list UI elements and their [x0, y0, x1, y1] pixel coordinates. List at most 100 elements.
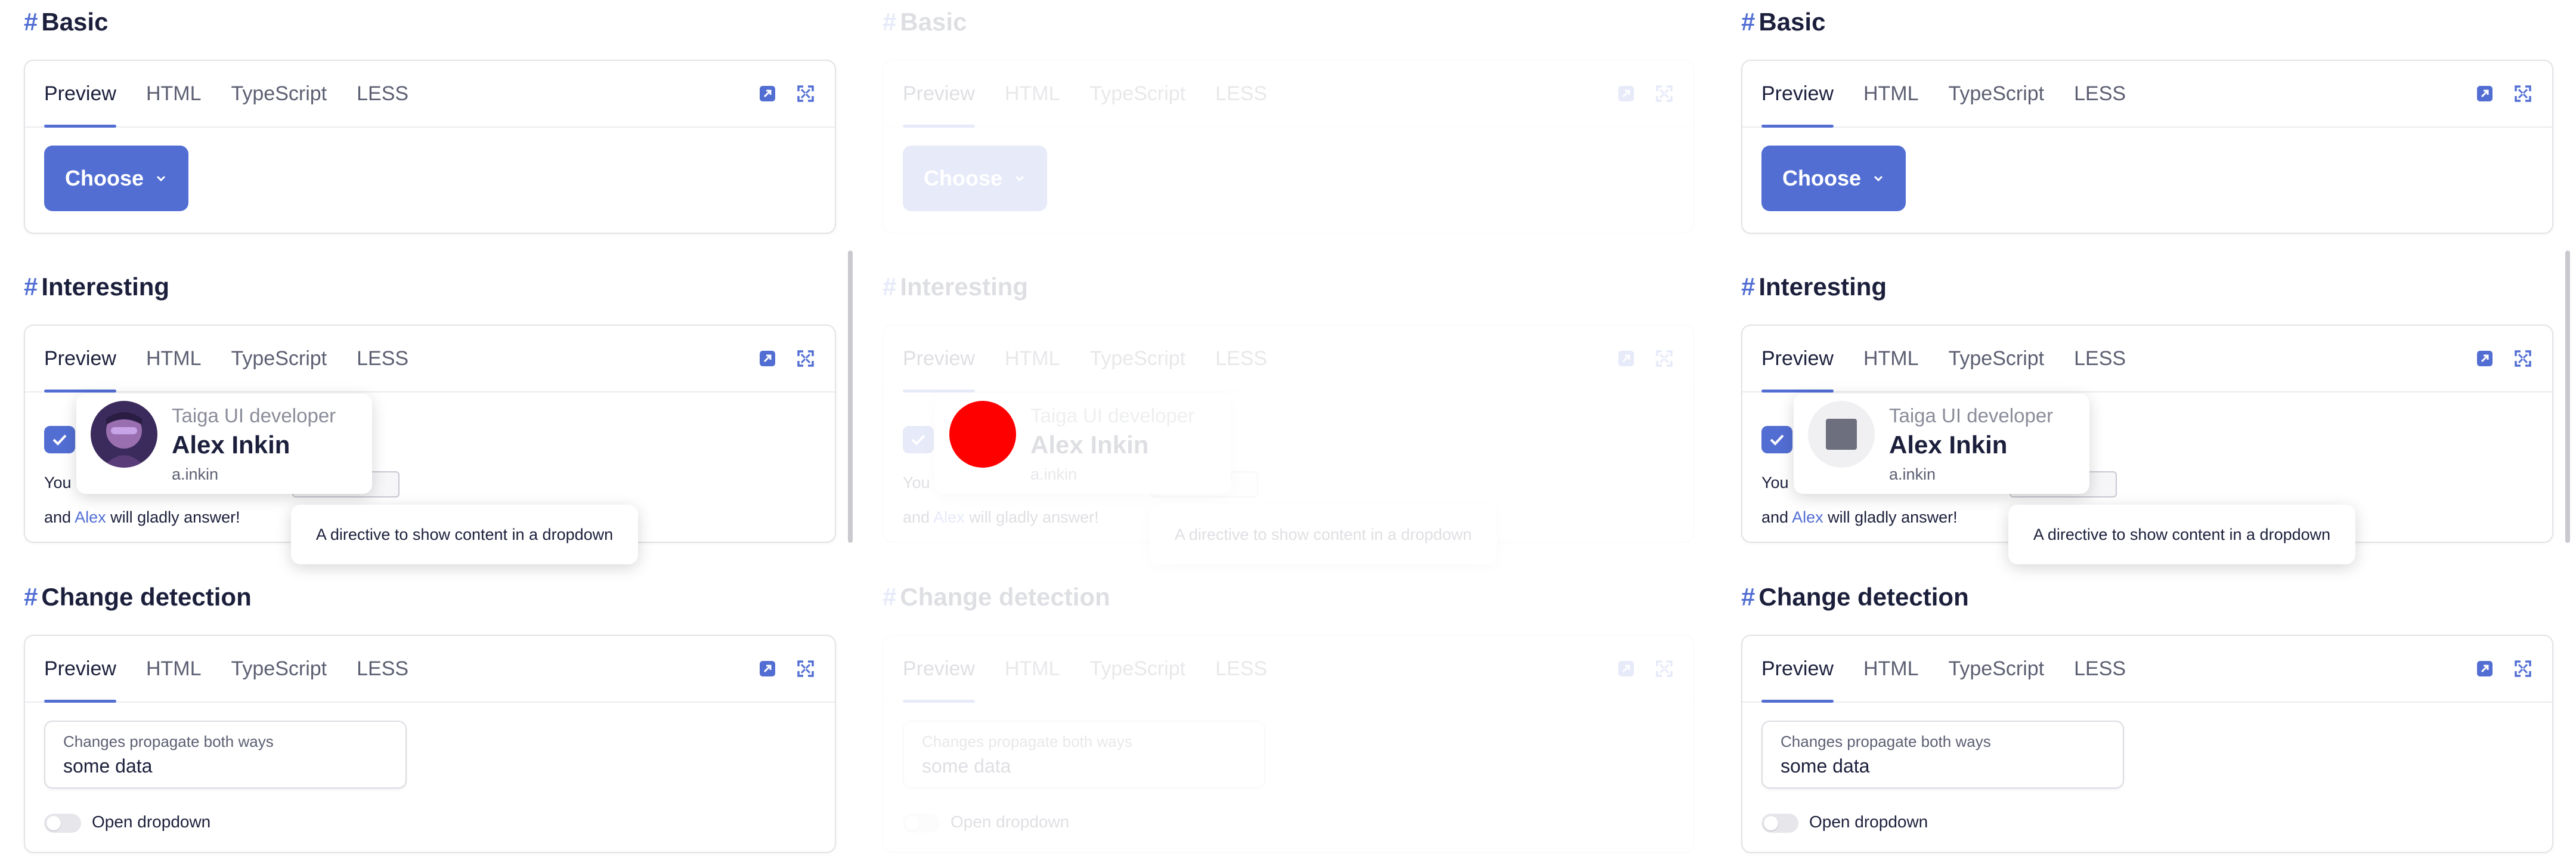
- fullscreen-icon[interactable]: [2514, 350, 2532, 367]
- tab-html[interactable]: HTML: [1863, 61, 1919, 126]
- chevron-down-icon: [156, 175, 166, 182]
- fullscreen-icon[interactable]: [1655, 350, 1673, 367]
- fullscreen-icon[interactable]: [797, 85, 815, 103]
- toggle-label: Open dropdown: [1809, 812, 1928, 831]
- scrollbar[interactable]: [2565, 251, 2570, 543]
- text-field[interactable]: Changes propagate both ways some data: [1761, 721, 2124, 789]
- tab-preview[interactable]: Preview: [44, 61, 116, 128]
- fullscreen-icon[interactable]: [797, 350, 815, 367]
- section-title-text: Basic: [41, 8, 109, 36]
- choose-button[interactable]: Choose: [1761, 146, 1906, 211]
- alex-link[interactable]: Alex: [75, 508, 106, 526]
- alex-link[interactable]: Alex: [1792, 508, 1823, 526]
- open-in-new-icon[interactable]: [2476, 350, 2494, 367]
- section-title-text: Interesting: [41, 273, 170, 301]
- card-tabs-bar: Preview HTML TypeScript LESS: [1742, 326, 2552, 393]
- alex-link[interactable]: Alex: [933, 508, 965, 526]
- choose-button[interactable]: Choose: [903, 146, 1047, 211]
- basic-card: Preview HTML TypeScript LESS Choose: [24, 60, 836, 234]
- tab-less[interactable]: LESS: [1215, 326, 1267, 391]
- avatar: [91, 401, 157, 468]
- open-dropdown-toggle[interactable]: [903, 814, 940, 833]
- section-title-basic: # Basic: [883, 10, 967, 35]
- tab-typescript[interactable]: TypeScript: [1949, 326, 2045, 391]
- fullscreen-icon[interactable]: [1655, 85, 1673, 103]
- change-detection-card: Preview HTML TypeScript LESS Changes pro…: [24, 635, 836, 853]
- tab-less[interactable]: LESS: [2074, 636, 2126, 702]
- fullscreen-icon[interactable]: [797, 660, 815, 678]
- tab-html[interactable]: HTML: [1863, 636, 1919, 702]
- profile-name: Alex Inkin: [1889, 431, 2008, 459]
- open-in-new-icon[interactable]: [2476, 660, 2494, 678]
- description-text: will gladly answer!: [106, 508, 240, 526]
- tab-typescript[interactable]: TypeScript: [1090, 636, 1186, 702]
- tab-html[interactable]: HTML: [1863, 326, 1919, 391]
- tab-preview[interactable]: Preview: [903, 636, 975, 703]
- tab-html[interactable]: HTML: [1005, 326, 1060, 391]
- checkbox[interactable]: [903, 426, 934, 453]
- hash-anchor: #: [883, 8, 897, 36]
- tab-typescript[interactable]: TypeScript: [1090, 61, 1186, 126]
- tab-preview[interactable]: Preview: [1761, 636, 1834, 703]
- text-field[interactable]: Changes propagate both ways some data: [44, 721, 407, 789]
- open-in-new-icon[interactable]: [758, 85, 776, 103]
- tab-html[interactable]: HTML: [146, 326, 202, 391]
- text-field-label: Changes propagate both ways: [63, 733, 274, 750]
- open-in-new-icon[interactable]: [758, 350, 776, 367]
- tab-typescript[interactable]: TypeScript: [231, 61, 327, 126]
- profile-role: Taiga UI developer: [172, 404, 336, 427]
- tab-html[interactable]: HTML: [146, 61, 202, 126]
- tab-less[interactable]: LESS: [357, 61, 408, 126]
- tab-less[interactable]: LESS: [357, 636, 408, 702]
- profile-handle: a.inkin: [1889, 465, 1936, 483]
- tab-preview[interactable]: Preview: [44, 326, 116, 393]
- text-field[interactable]: Changes propagate both ways some data: [903, 721, 1265, 789]
- card-tabs-bar: Preview HTML TypeScript LESS: [25, 326, 835, 393]
- choose-button[interactable]: Choose: [44, 146, 188, 211]
- hash-anchor: #: [883, 583, 897, 611]
- tab-less[interactable]: LESS: [2074, 326, 2126, 391]
- checkbox[interactable]: [1761, 426, 1792, 453]
- tab-less[interactable]: LESS: [1215, 636, 1267, 702]
- demo-comparison-page: # Basic Preview HTML TypeScript LESS Choo…: [0, 0, 2576, 859]
- description-line-2: and Alex will gladly answer!: [903, 508, 1099, 527]
- section-title-text: Basic: [1758, 8, 1826, 36]
- tab-preview[interactable]: Preview: [44, 636, 116, 703]
- section-title-interesting: # Interesting: [24, 274, 169, 299]
- profile-handle: a.inkin: [172, 465, 219, 483]
- tab-html[interactable]: HTML: [146, 636, 202, 702]
- open-in-new-icon[interactable]: [1617, 85, 1635, 103]
- tab-typescript[interactable]: TypeScript: [231, 326, 327, 391]
- hash-anchor: #: [24, 273, 38, 301]
- open-in-new-icon[interactable]: [758, 660, 776, 678]
- tab-html[interactable]: HTML: [1005, 61, 1060, 126]
- open-dropdown-toggle[interactable]: [1761, 814, 1798, 833]
- tab-typescript[interactable]: TypeScript: [1090, 326, 1186, 391]
- tab-html[interactable]: HTML: [1005, 636, 1060, 702]
- open-in-new-icon[interactable]: [2476, 85, 2494, 103]
- tab-typescript[interactable]: TypeScript: [1949, 636, 2045, 702]
- tab-less[interactable]: LESS: [1215, 61, 1267, 126]
- tab-preview[interactable]: Preview: [1761, 61, 1834, 128]
- open-in-new-icon[interactable]: [1617, 660, 1635, 678]
- fullscreen-icon[interactable]: [2514, 85, 2532, 103]
- scrollbar[interactable]: [848, 251, 853, 543]
- tab-preview[interactable]: Preview: [1761, 326, 1834, 393]
- fullscreen-icon[interactable]: [1655, 660, 1673, 678]
- tab-preview[interactable]: Preview: [903, 61, 975, 128]
- basic-card: Preview HTML TypeScript LESS Choose: [1741, 60, 2553, 234]
- description-line-2: and Alex will gladly answer!: [44, 508, 240, 527]
- tab-less[interactable]: LESS: [2074, 61, 2126, 126]
- open-dropdown-toggle[interactable]: [44, 814, 81, 833]
- tab-typescript[interactable]: TypeScript: [231, 636, 327, 702]
- card-tabs-bar: Preview HTML TypeScript LESS: [1742, 61, 2552, 128]
- tab-typescript[interactable]: TypeScript: [1949, 61, 2045, 126]
- hash-anchor: #: [24, 8, 38, 36]
- tab-preview[interactable]: Preview: [903, 326, 975, 393]
- fullscreen-icon[interactable]: [2514, 660, 2532, 678]
- section-title-change-detection: # Change detection: [883, 585, 1110, 610]
- checkbox[interactable]: [44, 426, 75, 453]
- section-title-basic: # Basic: [24, 10, 108, 35]
- open-in-new-icon[interactable]: [1617, 350, 1635, 367]
- tab-less[interactable]: LESS: [357, 326, 408, 391]
